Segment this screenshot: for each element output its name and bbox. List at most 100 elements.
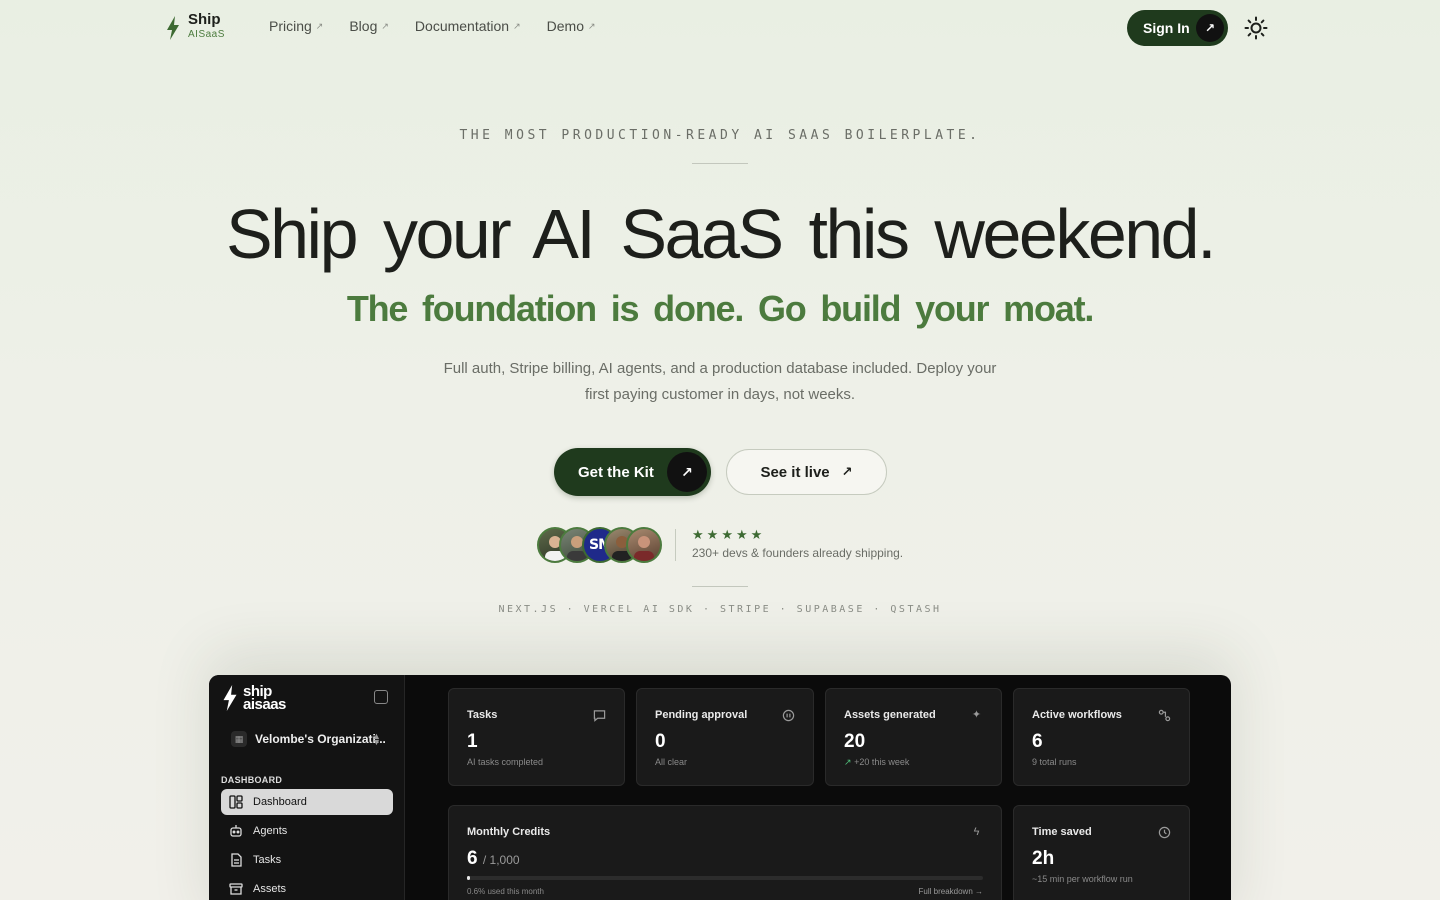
logo-text: Ship AISaaS bbox=[188, 12, 225, 40]
star-icon: ★ bbox=[721, 527, 733, 542]
external-arrow-icon: ↗ bbox=[588, 20, 596, 31]
sidebar-collapse-icon[interactable] bbox=[374, 690, 388, 704]
person-icon bbox=[634, 536, 654, 561]
workflow-icon bbox=[1158, 709, 1171, 722]
card-value: 6 bbox=[1032, 731, 1043, 752]
nav-link-blog[interactable]: Blog ↗ bbox=[349, 18, 389, 34]
nav-link-label: Documentation bbox=[414, 18, 510, 34]
chevrons-up-down-icon[interactable]: ▲ ▼ bbox=[372, 732, 381, 747]
pause-icon bbox=[782, 709, 795, 722]
credits-usage-text: 0.6% used this month bbox=[467, 887, 544, 896]
divider bbox=[692, 586, 748, 587]
star-icon: ★ bbox=[706, 527, 719, 542]
nav-link-demo[interactable]: Demo ↗ bbox=[547, 18, 596, 34]
avatar bbox=[626, 527, 662, 563]
card-subtext: ↗ +20 this week bbox=[844, 757, 909, 768]
dashboard-logo[interactable]: ship aisaas bbox=[221, 684, 286, 713]
card-value: 6 / 1,000 bbox=[467, 848, 520, 870]
subheadline: The foundation is done. Go build your mo… bbox=[346, 288, 1095, 329]
external-arrow-icon: ↗ bbox=[315, 20, 324, 31]
card-title: Active workflows bbox=[1032, 709, 1122, 721]
see-it-live-label: See it live bbox=[760, 463, 830, 481]
card-value: 20 bbox=[844, 731, 866, 752]
bolt-icon bbox=[167, 16, 179, 40]
card-subtext: 9 total runs bbox=[1032, 757, 1077, 767]
monthly-credits-card[interactable]: Monthly Credits ϟ 6 / 1,000 0.6% used th… bbox=[448, 805, 1002, 900]
dashboard-logo-line2: aisaas bbox=[243, 696, 286, 713]
eyebrow-text: THE MOST PRODUCTION-READY AI SAAS BOILER… bbox=[459, 128, 981, 143]
stat-card-tasks[interactable]: Tasks 1 AI tasks completed bbox=[448, 688, 625, 786]
time-saved-card[interactable]: Time saved 2h ~15 min per workflow run bbox=[1013, 805, 1190, 900]
nav-link-pricing[interactable]: Pricing ↗ bbox=[269, 18, 323, 34]
credits-progress-fill bbox=[467, 876, 471, 880]
card-value: 1 bbox=[467, 731, 478, 752]
sidebar-item-dashboard[interactable]: Dashboard bbox=[221, 789, 393, 815]
credits-progress-bar bbox=[467, 876, 983, 880]
stat-card-assets-generated[interactable]: Assets generated ✦ 20 ↗ +20 this week bbox=[825, 688, 1002, 786]
arrow-up-right-icon: ↗ bbox=[667, 452, 707, 492]
nav-links: Pricing ↗ Blog ↗ Documentation ↗ Demo ↗ bbox=[269, 18, 596, 34]
sidebar-section-label: DASHBOARD bbox=[221, 775, 283, 785]
dashboard-logo-text: ship aisaas bbox=[243, 684, 286, 713]
sign-in-button[interactable]: Sign In ↗ bbox=[1127, 10, 1228, 46]
clock-icon bbox=[1158, 826, 1171, 839]
zap-icon: ϟ bbox=[973, 826, 980, 838]
social-proof-text: 230+ devs & founders already shipping. bbox=[692, 546, 904, 560]
tech-stack: NEXT.JS · VERCEL AI SDK · STRIPE · SUPAB… bbox=[498, 604, 942, 615]
sun-icon[interactable] bbox=[1244, 16, 1268, 40]
archive-icon bbox=[229, 883, 243, 895]
sidebar-item-label: Agents bbox=[253, 825, 288, 837]
stat-card-active-workflows[interactable]: Active workflows 6 9 total runs bbox=[1013, 688, 1190, 786]
org-switcher[interactable]: ▦ Velombe's Organizati... bbox=[231, 731, 386, 747]
card-title: Time saved bbox=[1032, 826, 1092, 838]
get-the-kit-label: Get the Kit bbox=[578, 463, 654, 481]
dashboard-sidebar: ship aisaas ▦ Velombe's Organizati... ▲ ▼… bbox=[209, 675, 405, 900]
document-icon bbox=[231, 853, 242, 867]
sidebar-item-tasks[interactable]: Tasks bbox=[221, 847, 393, 873]
sidebar-item-label: Tasks bbox=[253, 854, 282, 866]
sidebar-item-label: Dashboard bbox=[253, 796, 307, 808]
sparkle-icon: ✦ bbox=[971, 709, 982, 721]
get-the-kit-button[interactable]: Get the Kit ↗ bbox=[554, 448, 711, 496]
nav-link-documentation[interactable]: Documentation ↗ bbox=[415, 18, 521, 34]
nav-link-label: Demo bbox=[546, 18, 584, 34]
sidebar-item-assets[interactable]: Assets bbox=[221, 876, 393, 900]
full-breakdown-link[interactable]: Full breakdown → bbox=[919, 887, 983, 896]
stat-card-pending-approval[interactable]: Pending approval 0 All clear bbox=[636, 688, 814, 786]
star-rating: ★ ★ ★ ★ ★ bbox=[692, 527, 762, 543]
logo[interactable]: Ship AISaaS bbox=[166, 12, 225, 40]
nav-link-label: Blog bbox=[349, 18, 378, 34]
card-title: Monthly Credits bbox=[467, 826, 551, 838]
page-title: Ship your AI SaaS this weekend. bbox=[225, 195, 1217, 273]
card-subtext-value: +20 this week bbox=[854, 757, 910, 767]
top-nav: Ship AISaaS Pricing ↗ Blog ↗ Documentati… bbox=[0, 0, 1440, 56]
card-subtext: ~15 min per workflow run bbox=[1032, 874, 1133, 884]
arrow-up-right-icon: ↗ bbox=[1196, 14, 1224, 42]
credits-used: 6 bbox=[467, 848, 478, 869]
card-value: 0 bbox=[655, 731, 666, 752]
logo-sub: AISaaS bbox=[188, 29, 225, 40]
arrow-up-right-icon: ↗ bbox=[841, 464, 853, 479]
sign-in-label: Sign In bbox=[1143, 20, 1190, 36]
org-name: Velombe's Organizati... bbox=[255, 732, 386, 746]
card-subtext: AI tasks completed bbox=[467, 757, 544, 767]
star-icon: ★ bbox=[692, 527, 704, 542]
building-icon: ▦ bbox=[231, 731, 247, 747]
trend-up-icon: ↗ bbox=[844, 757, 852, 767]
bolt-icon bbox=[223, 685, 237, 711]
card-title: Tasks bbox=[467, 709, 498, 721]
sidebar-item-agents[interactable]: Agents bbox=[221, 818, 393, 844]
logo-name: Ship bbox=[188, 11, 221, 28]
external-arrow-icon: ↗ bbox=[381, 20, 389, 31]
divider bbox=[675, 529, 676, 561]
star-icon: ★ bbox=[735, 527, 748, 542]
card-subtext: All clear bbox=[655, 757, 688, 767]
credits-total: / 1,000 bbox=[482, 853, 520, 867]
layout-icon bbox=[229, 795, 243, 809]
nav-link-label: Pricing bbox=[269, 18, 312, 34]
card-title: Assets generated bbox=[844, 709, 936, 721]
hero-description: Full auth, Stripe billing, AI agents, an… bbox=[443, 360, 997, 403]
card-title: Pending approval bbox=[655, 709, 748, 721]
star-icon: ★ bbox=[750, 527, 763, 542]
see-it-live-button[interactable]: See it live ↗ bbox=[726, 449, 887, 495]
